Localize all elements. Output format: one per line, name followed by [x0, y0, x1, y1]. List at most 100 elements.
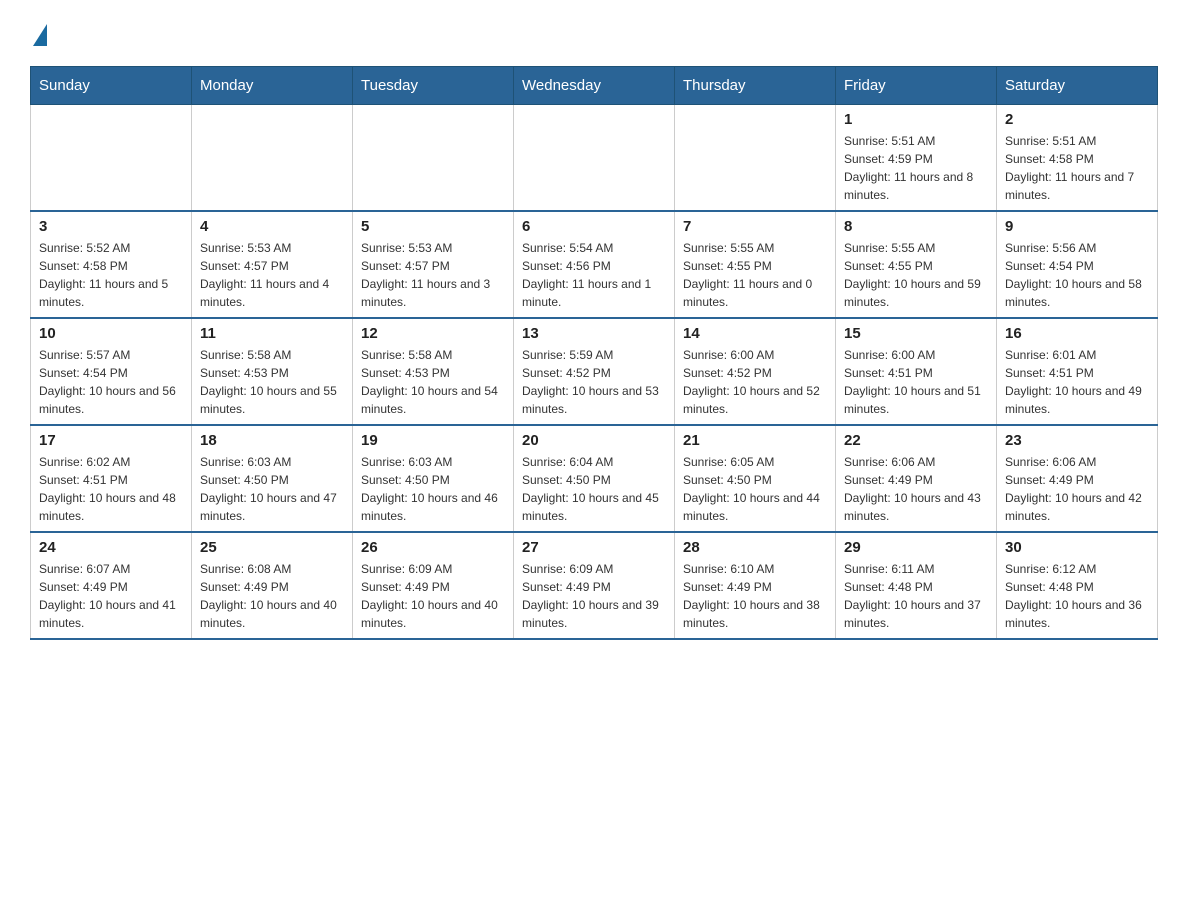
day-number: 15 — [844, 325, 988, 342]
page-header — [30, 20, 1158, 46]
calendar-cell — [353, 105, 514, 212]
day-number: 19 — [361, 432, 505, 449]
day-number: 29 — [844, 539, 988, 556]
day-info: Sunrise: 6:08 AMSunset: 4:49 PMDaylight:… — [200, 560, 344, 632]
day-info: Sunrise: 5:58 AMSunset: 4:53 PMDaylight:… — [200, 346, 344, 418]
day-info: Sunrise: 6:05 AMSunset: 4:50 PMDaylight:… — [683, 453, 827, 525]
calendar-cell: 30Sunrise: 6:12 AMSunset: 4:48 PMDayligh… — [997, 532, 1158, 639]
calendar-week-row: 17 Sunrise: 6:02 AMSunset: 4:51 PMDayligh… — [31, 425, 1158, 532]
calendar-cell: 21 Sunrise: 6:05 AMSunset: 4:50 PMDayligh… — [675, 425, 836, 532]
calendar-cell: 9 Sunrise: 5:56 AMSunset: 4:54 PMDaylight… — [997, 211, 1158, 318]
day-number: 30 — [1005, 539, 1149, 556]
logo-triangle-icon — [33, 24, 47, 46]
calendar-cell: 28 Sunrise: 6:10 AMSunset: 4:49 PMDayligh… — [675, 532, 836, 639]
day-info: Sunrise: 6:00 AMSunset: 4:52 PMDaylight:… — [683, 346, 827, 418]
day-number: 9 — [1005, 218, 1149, 235]
day-of-week-header: Monday — [192, 67, 353, 105]
calendar-cell: 8 Sunrise: 5:55 AMSunset: 4:55 PMDaylight… — [836, 211, 997, 318]
calendar-cell: 25Sunrise: 6:08 AMSunset: 4:49 PMDayligh… — [192, 532, 353, 639]
day-info: Sunrise: 5:56 AMSunset: 4:54 PMDaylight:… — [1005, 239, 1149, 311]
calendar-cell: 2Sunrise: 5:51 AMSunset: 4:58 PMDaylight… — [997, 105, 1158, 212]
day-of-week-header: Tuesday — [353, 67, 514, 105]
day-number: 17 — [39, 432, 183, 449]
day-of-week-header: Thursday — [675, 67, 836, 105]
day-number: 7 — [683, 218, 827, 235]
calendar-cell: 3 Sunrise: 5:52 AMSunset: 4:58 PMDaylight… — [31, 211, 192, 318]
calendar-week-row: 24Sunrise: 6:07 AMSunset: 4:49 PMDayligh… — [31, 532, 1158, 639]
calendar-cell: 18 Sunrise: 6:03 AMSunset: 4:50 PMDayligh… — [192, 425, 353, 532]
day-number: 11 — [200, 325, 344, 342]
day-info: Sunrise: 5:58 AMSunset: 4:53 PMDaylight:… — [361, 346, 505, 418]
day-number: 10 — [39, 325, 183, 342]
calendar-cell: 14Sunrise: 6:00 AMSunset: 4:52 PMDayligh… — [675, 318, 836, 425]
calendar-cell: 15 Sunrise: 6:00 AMSunset: 4:51 PMDayligh… — [836, 318, 997, 425]
calendar-cell — [31, 105, 192, 212]
day-info: Sunrise: 6:03 AMSunset: 4:50 PMDaylight:… — [361, 453, 505, 525]
day-number: 16 — [1005, 325, 1149, 342]
calendar-header-row: SundayMondayTuesdayWednesdayThursdayFrid… — [31, 67, 1158, 105]
day-info: Sunrise: 5:51 AMSunset: 4:58 PMDaylight:… — [1005, 132, 1149, 204]
day-number: 4 — [200, 218, 344, 235]
day-number: 26 — [361, 539, 505, 556]
day-number: 1 — [844, 111, 988, 128]
calendar-cell: 1 Sunrise: 5:51 AMSunset: 4:59 PMDaylight… — [836, 105, 997, 212]
day-info: Sunrise: 5:55 AMSunset: 4:55 PMDaylight:… — [844, 239, 988, 311]
logo — [30, 20, 47, 46]
day-info: Sunrise: 5:51 AMSunset: 4:59 PMDaylight:… — [844, 132, 988, 204]
day-info: Sunrise: 5:53 AMSunset: 4:57 PMDaylight:… — [361, 239, 505, 311]
day-of-week-header: Saturday — [997, 67, 1158, 105]
calendar-cell: 5 Sunrise: 5:53 AMSunset: 4:57 PMDaylight… — [353, 211, 514, 318]
day-number: 28 — [683, 539, 827, 556]
calendar-cell: 19 Sunrise: 6:03 AMSunset: 4:50 PMDayligh… — [353, 425, 514, 532]
calendar-cell: 12 Sunrise: 5:58 AMSunset: 4:53 PMDayligh… — [353, 318, 514, 425]
day-number: 18 — [200, 432, 344, 449]
day-info: Sunrise: 6:06 AMSunset: 4:49 PMDaylight:… — [1005, 453, 1149, 525]
day-info: Sunrise: 6:02 AMSunset: 4:51 PMDaylight:… — [39, 453, 183, 525]
day-number: 12 — [361, 325, 505, 342]
calendar-cell: 7 Sunrise: 5:55 AMSunset: 4:55 PMDaylight… — [675, 211, 836, 318]
day-info: Sunrise: 6:03 AMSunset: 4:50 PMDaylight:… — [200, 453, 344, 525]
calendar-cell: 26 Sunrise: 6:09 AMSunset: 4:49 PMDayligh… — [353, 532, 514, 639]
day-number: 5 — [361, 218, 505, 235]
day-number: 22 — [844, 432, 988, 449]
day-info: Sunrise: 6:11 AMSunset: 4:48 PMDaylight:… — [844, 560, 988, 632]
calendar-week-row: 3 Sunrise: 5:52 AMSunset: 4:58 PMDaylight… — [31, 211, 1158, 318]
day-info: Sunrise: 5:54 AMSunset: 4:56 PMDaylight:… — [522, 239, 666, 311]
day-number: 3 — [39, 218, 183, 235]
day-info: Sunrise: 6:09 AMSunset: 4:49 PMDaylight:… — [361, 560, 505, 632]
calendar-cell: 4 Sunrise: 5:53 AMSunset: 4:57 PMDaylight… — [192, 211, 353, 318]
calendar-cell: 27 Sunrise: 6:09 AMSunset: 4:49 PMDayligh… — [514, 532, 675, 639]
calendar-cell: 6 Sunrise: 5:54 AMSunset: 4:56 PMDaylight… — [514, 211, 675, 318]
calendar-cell — [514, 105, 675, 212]
day-number: 13 — [522, 325, 666, 342]
calendar-cell: 24Sunrise: 6:07 AMSunset: 4:49 PMDayligh… — [31, 532, 192, 639]
day-info: Sunrise: 6:09 AMSunset: 4:49 PMDaylight:… — [522, 560, 666, 632]
day-info: Sunrise: 6:10 AMSunset: 4:49 PMDaylight:… — [683, 560, 827, 632]
day-info: Sunrise: 6:01 AMSunset: 4:51 PMDaylight:… — [1005, 346, 1149, 418]
day-info: Sunrise: 5:57 AMSunset: 4:54 PMDaylight:… — [39, 346, 183, 418]
day-number: 20 — [522, 432, 666, 449]
day-of-week-header: Wednesday — [514, 67, 675, 105]
day-number: 23 — [1005, 432, 1149, 449]
calendar-cell: 10 Sunrise: 5:57 AMSunset: 4:54 PMDayligh… — [31, 318, 192, 425]
calendar-table: SundayMondayTuesdayWednesdayThursdayFrid… — [30, 66, 1158, 640]
calendar-cell: 22Sunrise: 6:06 AMSunset: 4:49 PMDayligh… — [836, 425, 997, 532]
day-number: 6 — [522, 218, 666, 235]
day-info: Sunrise: 5:53 AMSunset: 4:57 PMDaylight:… — [200, 239, 344, 311]
calendar-cell — [192, 105, 353, 212]
day-info: Sunrise: 6:00 AMSunset: 4:51 PMDaylight:… — [844, 346, 988, 418]
day-of-week-header: Sunday — [31, 67, 192, 105]
day-info: Sunrise: 5:59 AMSunset: 4:52 PMDaylight:… — [522, 346, 666, 418]
day-info: Sunrise: 5:55 AMSunset: 4:55 PMDaylight:… — [683, 239, 827, 311]
calendar-cell: 23 Sunrise: 6:06 AMSunset: 4:49 PMDayligh… — [997, 425, 1158, 532]
calendar-cell: 17 Sunrise: 6:02 AMSunset: 4:51 PMDayligh… — [31, 425, 192, 532]
day-number: 27 — [522, 539, 666, 556]
day-number: 21 — [683, 432, 827, 449]
calendar-cell: 16 Sunrise: 6:01 AMSunset: 4:51 PMDayligh… — [997, 318, 1158, 425]
day-info: Sunrise: 6:04 AMSunset: 4:50 PMDaylight:… — [522, 453, 666, 525]
day-number: 24 — [39, 539, 183, 556]
calendar-week-row: 10 Sunrise: 5:57 AMSunset: 4:54 PMDayligh… — [31, 318, 1158, 425]
day-number: 8 — [844, 218, 988, 235]
calendar-cell: 20 Sunrise: 6:04 AMSunset: 4:50 PMDayligh… — [514, 425, 675, 532]
day-info: Sunrise: 5:52 AMSunset: 4:58 PMDaylight:… — [39, 239, 183, 311]
